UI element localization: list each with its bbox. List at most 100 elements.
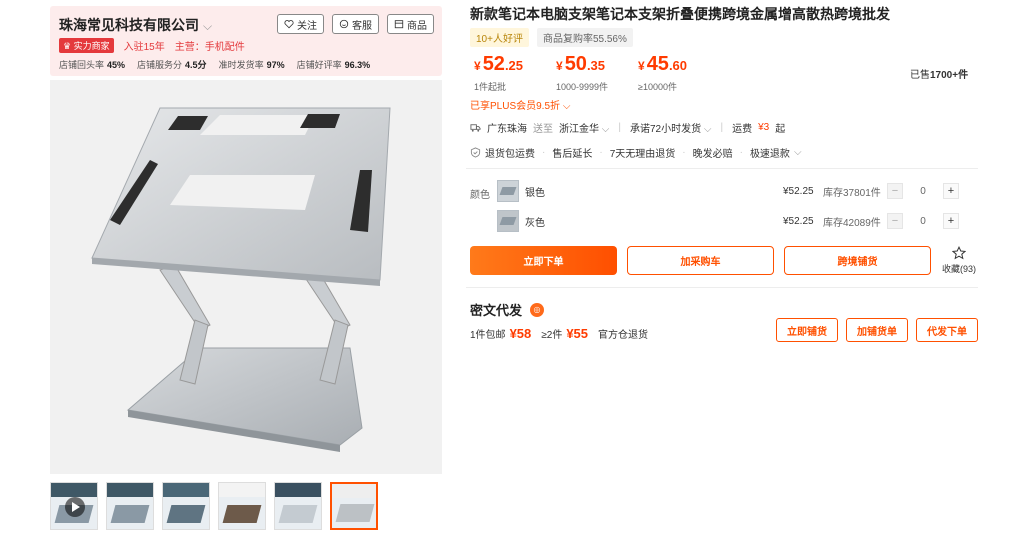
sku-thumbnail[interactable]	[497, 180, 519, 202]
distribute-now-button[interactable]: 立即铺货	[776, 318, 838, 342]
sku-color-label: 颜色	[470, 190, 490, 201]
service-item: 极速退款	[749, 149, 790, 160]
thumbnail-image[interactable]	[274, 482, 322, 530]
products-label: 商品	[407, 20, 427, 32]
follow-button[interactable]: 关注	[277, 14, 324, 34]
sku-stock: 库存37801件	[823, 187, 881, 199]
divider: |	[618, 122, 621, 133]
services-row[interactable]: 退货包运费 · 售后延长 · 7天无理由退货 · 晚发必赔 · 极速退款 ⌵	[470, 145, 802, 160]
stat-value: 97%	[266, 60, 285, 70]
cross-border-button[interactable]: 跨境铺货	[784, 246, 931, 275]
sku-row: 银色 ¥52.25 库存37801件 − 0 +	[497, 179, 969, 203]
service-item: 售后延长	[552, 149, 593, 160]
sku-thumbnail[interactable]	[497, 210, 519, 232]
chevron-down-icon: ⌵	[793, 147, 802, 158]
thumbnail-image[interactable]	[106, 482, 154, 530]
dropship-two-label: ≥2件	[541, 330, 563, 341]
price-value: ¥45.60	[638, 52, 720, 78]
laptop-stand-illustration	[50, 80, 442, 474]
good-reviews-badge[interactable]: 10+人好评	[470, 28, 529, 47]
shop-tags: ♛ 实力商家 入驻15年 主营：手机配件	[59, 38, 245, 53]
stat-good-rate: 店铺好评率 96.3%	[297, 58, 371, 71]
info-badge-icon[interactable]: ◎	[530, 302, 545, 317]
quantity-input[interactable]: 0	[903, 186, 943, 197]
shop-main-business: 主营：手机配件	[174, 42, 245, 53]
customer-service-button[interactable]: 客服	[332, 14, 379, 34]
fee-suffix: 起	[775, 124, 786, 135]
currency: ¥	[556, 59, 563, 73]
divider: |	[720, 122, 724, 133]
dropship-title-text: 密文代发	[470, 303, 523, 318]
sold-count: 已售1700+件	[910, 66, 968, 81]
stat-service-score: 店铺服务分 4.5分	[137, 58, 207, 71]
price-int: 45	[646, 53, 669, 75]
increment-button[interactable]: +	[943, 183, 959, 199]
price-tier: ¥50.35 1000-9999件	[556, 52, 638, 93]
repurchase-badge: 商品复购率55.56%	[536, 28, 633, 47]
add-to-cart-button[interactable]: 加采购车	[627, 246, 774, 275]
chevron-down-icon: ⌵	[562, 101, 571, 112]
stat-label: 店铺好评率	[296, 60, 342, 70]
price-tier: ¥45.60 ≥10000件	[638, 52, 720, 93]
plus-discount[interactable]: 已享PLUS会员9.5折 ⌵	[470, 97, 570, 112]
ship-to-label: 送至	[533, 124, 553, 135]
price-tiers: ¥52.25 1件起批 ¥50.35 1000-9999件 ¥45.60 ≥10…	[474, 52, 720, 93]
price-value: ¥52.25	[474, 52, 556, 78]
shop-name[interactable]: 珠海常见科技有限公司 ⌵	[59, 15, 212, 35]
play-icon	[65, 497, 85, 517]
heart-icon	[284, 20, 294, 29]
store-icon	[394, 20, 404, 29]
stat-label: 准时发货率	[218, 60, 264, 70]
quantity-stepper: − 0 +	[887, 183, 959, 199]
decrement-button[interactable]: −	[887, 213, 903, 229]
power-merchant-text: 实力商家	[73, 41, 110, 51]
power-merchant-badge: ♛ 实力商家	[59, 38, 114, 53]
shop-buttons: 关注 客服 商品	[277, 14, 434, 34]
thumbnail-image-active[interactable]	[330, 482, 378, 530]
section-divider	[466, 287, 978, 288]
thumbnail-image[interactable]	[218, 482, 266, 530]
price-dec: .25	[504, 58, 524, 73]
plus-discount-text: 已享PLUS会员9.5折	[470, 101, 561, 112]
price-qty: ≥10000件	[638, 82, 677, 92]
ship-to-select[interactable]: 浙江金华 ⌵	[559, 120, 609, 135]
stat-value: 45%	[107, 60, 126, 70]
favorite-button[interactable]: 收藏(93)	[938, 246, 980, 275]
sku-name: 银色	[525, 187, 545, 199]
increment-button[interactable]: +	[943, 213, 959, 229]
stat-value: 4.5分	[185, 60, 207, 70]
currency: ¥	[474, 59, 481, 73]
product-title: 新款笔记本电脑支架笔记本支架折叠便携跨境金属增高散热跨境批发	[470, 6, 890, 22]
product-main-image[interactable]	[50, 80, 442, 474]
stat-on-time: 准时发货率 97%	[219, 58, 285, 71]
dropship-pricing: 1件包邮 ¥58 ≥2件 ¥55 官方仓退货	[470, 326, 648, 341]
dropship-actions: 立即铺货 加铺货单 代发下单	[776, 318, 978, 342]
dropship-title: 密文代发 ◎	[470, 300, 545, 319]
follow-label: 关注	[297, 20, 317, 32]
ship-promise-select[interactable]: 承诺72小时发货 ⌵	[630, 120, 712, 135]
dot-separator: ·	[682, 147, 686, 158]
ship-promise: 承诺72小时发货	[629, 124, 702, 135]
service-item: 退货包运费	[485, 149, 535, 160]
stat-value: 96.3%	[344, 60, 371, 70]
dot-separator: ·	[542, 147, 546, 158]
favorite-count: (93)	[960, 264, 977, 274]
dropship-two-price: ¥55	[566, 326, 589, 341]
thumbnail-video[interactable]	[50, 482, 98, 530]
products-button[interactable]: 商品	[387, 14, 434, 34]
add-distribution-button[interactable]: 加铺货单	[846, 318, 908, 342]
price-value: ¥50.35	[556, 52, 638, 78]
dot-separator: ·	[739, 147, 743, 158]
dropship-one-price: ¥58	[509, 326, 532, 341]
quantity-input[interactable]: 0	[903, 216, 943, 227]
chat-icon	[339, 19, 349, 29]
decrement-button[interactable]: −	[887, 183, 903, 199]
service-label: 客服	[352, 20, 372, 32]
sku-price: ¥52.25	[783, 185, 814, 197]
chevron-down-icon[interactable]: ⌵	[203, 19, 212, 33]
thumbnail-image[interactable]	[162, 482, 210, 530]
buy-now-button[interactable]: 立即下单	[470, 246, 617, 275]
dropship-order-button[interactable]: 代发下单	[916, 318, 978, 342]
currency: ¥	[638, 59, 645, 73]
price-int: 52	[482, 53, 505, 75]
